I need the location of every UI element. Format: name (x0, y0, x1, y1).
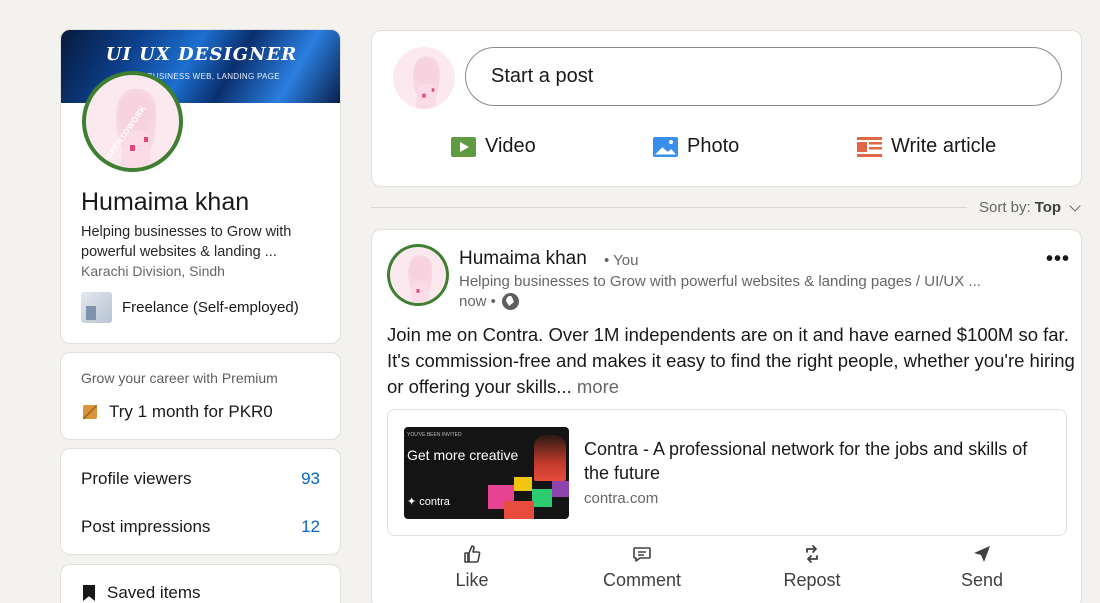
profile-name[interactable]: Humaima khan (81, 188, 249, 217)
see-more-link[interactable]: more (577, 376, 619, 397)
sort-value: Top (1034, 199, 1062, 216)
saved-items-link[interactable]: Saved items (83, 583, 201, 603)
banner-title: UI UX DESIGNER (105, 44, 298, 65)
premium-cta-label: Try 1 month for PKR0 (109, 402, 273, 421)
feed-divider (371, 207, 967, 208)
photo-label: Photo (687, 135, 740, 157)
avatar-illustration (408, 255, 433, 303)
profile-headline: Helping businesses to Grow with powerful… (81, 224, 292, 260)
video-icon (451, 136, 476, 157)
avatar-illustration (413, 56, 440, 109)
photo-icon (653, 136, 678, 157)
link-thumbnail: YOU'VE BEEN INVITED Get more creative ✦ … (404, 427, 569, 519)
post-actions: Like Comment Repost Send (372, 544, 1081, 600)
more-options-icon[interactable]: ••• (1046, 248, 1070, 271)
globe-icon (501, 293, 519, 310)
premium-icon (83, 405, 97, 419)
post-card: Humaima khan • You Helping businesses to… (371, 229, 1082, 603)
start-post-button[interactable]: Start a post (465, 47, 1062, 106)
chevron-down-icon (1069, 199, 1081, 212)
profile-location: Karachi Division, Sindh (81, 263, 225, 279)
link-title: Contra - A professional network for the … (584, 439, 1028, 483)
compose-card: Start a post Video Photo Write article (371, 30, 1082, 187)
stat-label: Post impressions (81, 517, 211, 536)
post-author-name[interactable]: Humaima khan (459, 248, 587, 270)
thumbnail-decor-block (552, 481, 569, 497)
stat-label: Profile viewers (81, 469, 192, 488)
comment-label: Comment (602, 570, 682, 590)
profile-card: UI UX DESIGNER WEB, BUSINESS WEB, LANDIN… (60, 29, 341, 344)
stat-value: 93 (301, 469, 320, 488)
sort-dropdown[interactable]: Sort by: Top (979, 199, 1081, 216)
stats-card: Profile viewers 93 Post impressions 12 (60, 448, 341, 555)
post-time-label: now • (459, 293, 496, 310)
stat-value: 12 (301, 517, 320, 536)
stat-post-impressions[interactable]: Post impressions 12 (81, 517, 320, 537)
bookmark-icon (83, 585, 95, 601)
post-body: Join me on Contra. Over 1M independents … (387, 324, 1075, 397)
post-author-headline: Helping businesses to Grow with powerful… (459, 273, 981, 290)
company-name: Freelance (Self-employed) (122, 299, 299, 316)
article-icon (857, 136, 882, 157)
video-label: Video (485, 135, 536, 157)
link-domain: contra.com (584, 490, 659, 507)
saved-items-label: Saved items (107, 583, 201, 602)
send-label: Send (960, 570, 1004, 590)
profile-company[interactable]: Freelance (Self-employed) (81, 292, 299, 323)
contra-logo: ✦ contra (407, 496, 450, 508)
post-text: Join me on Contra. Over 1M independents … (387, 322, 1077, 400)
compose-avatar[interactable] (393, 47, 455, 109)
like-button[interactable]: Like (402, 544, 542, 591)
post-time: now • (459, 293, 519, 310)
send-icon (974, 546, 990, 562)
like-label: Like (455, 570, 489, 590)
saved-items-card[interactable]: Saved items (60, 564, 341, 603)
thumbnail-person-image (534, 435, 566, 481)
thumbnail-title: Get more creative (407, 447, 519, 463)
like-icon (464, 545, 481, 563)
repost-label: Repost (783, 570, 841, 590)
sort-prefix: Sort by: (979, 199, 1031, 216)
link-preview-card[interactable]: YOU'VE BEEN INVITED Get more creative ✦ … (387, 409, 1067, 536)
company-logo-icon (81, 292, 112, 323)
premium-cta[interactable]: Try 1 month for PKR0 (83, 402, 273, 422)
thumbnail-decor-block (514, 477, 532, 491)
video-button[interactable]: Video (451, 135, 536, 158)
thumbnail-decor-block (504, 501, 534, 519)
compose-actions: Video Photo Write article (372, 135, 1081, 171)
comment-icon (633, 547, 651, 562)
post-author-avatar[interactable] (387, 244, 449, 306)
write-article-button[interactable]: Write article (857, 135, 996, 158)
thumbnail-small-text: YOU'VE BEEN INVITED (407, 432, 462, 438)
premium-card[interactable]: Grow your career with Premium Try 1 mont… (60, 352, 341, 440)
repost-icon (806, 545, 818, 563)
write-article-label: Write article (891, 135, 997, 157)
profile-avatar[interactable]: #OPENTOWORK (82, 71, 183, 172)
stat-profile-viewers[interactable]: Profile viewers 93 (81, 469, 320, 489)
thumbnail-decor-block (532, 489, 552, 507)
photo-button[interactable]: Photo (653, 135, 739, 158)
comment-button[interactable]: Comment (572, 544, 712, 591)
post-author-relation: • You (604, 252, 639, 269)
repost-button[interactable]: Repost (742, 544, 882, 591)
premium-text: Grow your career with Premium (81, 370, 278, 386)
send-button[interactable]: Send (912, 544, 1052, 591)
